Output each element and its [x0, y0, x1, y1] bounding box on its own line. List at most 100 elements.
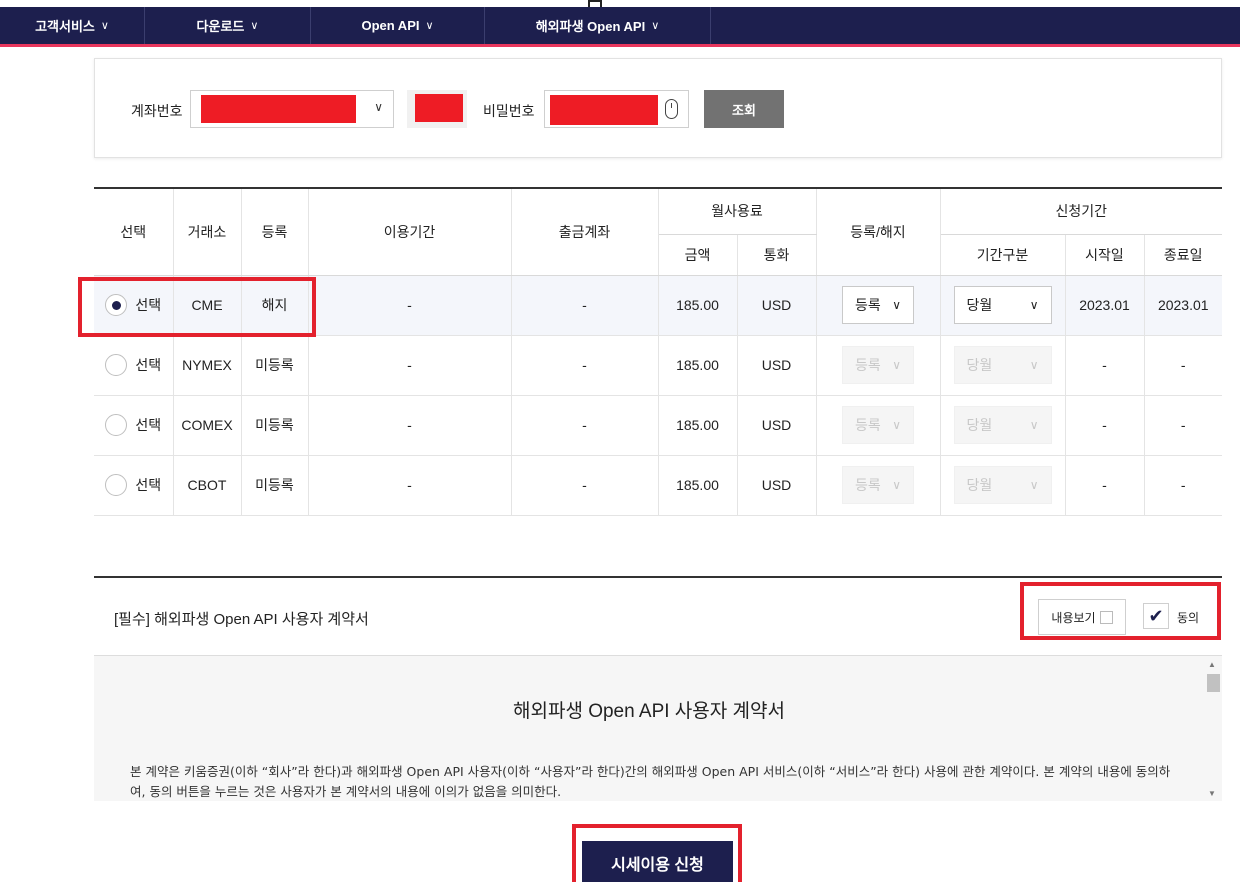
- account-label: 계좌번호: [131, 103, 183, 119]
- cell-exchange: CBOT: [173, 455, 242, 516]
- cell-amount: 185.00: [658, 275, 738, 336]
- period-type-select-disabled: 당월 ∨: [953, 466, 1052, 504]
- cell-account: -: [511, 275, 659, 336]
- annotation-highlight-row: [78, 277, 316, 337]
- exchange-table: 선택 거래소 등록 이용기간 출금계좌 월사용료 등록/해지 신청기간 금액 통…: [94, 187, 1222, 516]
- scrollbar[interactable]: ▲ ▼: [1206, 658, 1220, 800]
- chevron-down-icon: ∨: [892, 418, 901, 432]
- account-suffix-field: [407, 90, 467, 128]
- header-registration: 등록: [241, 188, 309, 276]
- action-select-disabled: 등록 ∨: [842, 466, 914, 504]
- header-apply-period: 신청기간: [940, 188, 1222, 235]
- chevron-down-icon: ∨: [1029, 418, 1039, 432]
- nav-item-open-api[interactable]: Open API ∨: [311, 7, 485, 44]
- nav-marker: [588, 0, 602, 7]
- period-type-value: 당월: [966, 477, 993, 493]
- scroll-down-icon[interactable]: ▼: [1208, 789, 1216, 798]
- cell-start: 2023.01: [1065, 275, 1145, 336]
- agreement-doc-text: 본 계약은 키움증권(이하 “회사”라 한다)과 해외파생 Open API 사…: [130, 764, 1171, 799]
- row-select-radio[interactable]: 선택: [94, 474, 173, 496]
- cell-exchange: NYMEX: [173, 335, 242, 396]
- period-type-value: 당월: [966, 297, 993, 313]
- header-currency: 통화: [737, 234, 817, 276]
- chevron-down-icon: ∨: [250, 20, 259, 32]
- scrollbar-thumb[interactable]: [1207, 674, 1220, 692]
- header-monthly-fee: 월사용료: [658, 188, 817, 235]
- header-select: 선택: [94, 188, 174, 276]
- cell-end: -: [1144, 395, 1222, 456]
- cell-amount: 185.00: [658, 455, 738, 516]
- cell-end: 2023.01: [1144, 275, 1222, 336]
- agreement-content-box[interactable]: 해외파생 Open API 사용자 계약서 본 계약은 키움증권(이하 “회사”…: [94, 655, 1222, 801]
- redacted-account-number: [201, 95, 356, 123]
- cell-status: 미등록: [241, 395, 309, 456]
- chevron-down-icon: ∨: [1029, 478, 1039, 492]
- cell-account: -: [511, 335, 659, 396]
- header-exchange: 거래소: [173, 188, 242, 276]
- annotation-highlight-agree: [1020, 582, 1221, 640]
- cell-status: 미등록: [241, 455, 309, 516]
- action-select-value: 등록: [855, 297, 881, 313]
- agreement-divider: [94, 576, 1222, 578]
- period-type-select[interactable]: 당월 ∨: [953, 286, 1052, 324]
- cell-end: -: [1144, 335, 1222, 396]
- mouse-keyboard-icon[interactable]: [665, 99, 678, 119]
- header-register-cancel: 등록/해지: [816, 188, 941, 276]
- chevron-down-icon: ∨: [425, 20, 434, 32]
- action-select-value: 등록: [855, 357, 881, 373]
- period-type-select-disabled: 당월 ∨: [953, 406, 1052, 444]
- row-select-radio[interactable]: 선택: [94, 414, 173, 436]
- cell-period: -: [308, 335, 512, 396]
- redacted-password: [550, 95, 658, 125]
- agreement-doc-title: 해외파생 Open API 사용자 계약서: [513, 701, 785, 722]
- redacted-account-suffix: [415, 94, 463, 122]
- cell-currency: USD: [737, 275, 817, 336]
- cell-status: 미등록: [241, 335, 309, 396]
- chevron-down-icon: ∨: [892, 478, 901, 492]
- radio-unchecked-icon[interactable]: [105, 354, 128, 376]
- cell-period: -: [308, 395, 512, 456]
- table-row: 선택 NYMEX 미등록 - - 185.00 USD 등록 ∨ 당월 ∨ - -: [94, 335, 1222, 396]
- cell-account: -: [511, 395, 659, 456]
- search-button[interactable]: 조회: [704, 90, 784, 128]
- scroll-up-icon[interactable]: ▲: [1208, 660, 1216, 669]
- period-type-select-disabled: 당월 ∨: [953, 346, 1052, 384]
- account-select[interactable]: ∨: [190, 90, 394, 128]
- chevron-down-icon: ∨: [1029, 298, 1039, 312]
- nav-item-download[interactable]: 다운로드 ∨: [145, 7, 311, 44]
- header-usage-period: 이용기간: [308, 188, 512, 276]
- header-period-type: 기간구분: [940, 234, 1066, 276]
- cell-currency: USD: [737, 455, 817, 516]
- period-type-value: 당월: [966, 357, 993, 373]
- cell-account: -: [511, 455, 659, 516]
- action-select-disabled: 등록 ∨: [842, 406, 914, 444]
- cell-end: -: [1144, 455, 1222, 516]
- cell-currency: USD: [737, 395, 817, 456]
- cell-amount: 185.00: [658, 335, 738, 396]
- chevron-down-icon: ∨: [892, 358, 901, 372]
- radio-unchecked-icon[interactable]: [105, 474, 128, 496]
- table-row: 선택 COMEX 미등록 - - 185.00 USD 등록 ∨ 당월 ∨ - -: [94, 395, 1222, 456]
- header-start: 시작일: [1065, 234, 1145, 276]
- header-end: 종료일: [1144, 234, 1222, 276]
- cell-period: -: [308, 275, 512, 336]
- radio-label: 선택: [135, 477, 162, 493]
- nav-item-label: 해외파생 Open API: [535, 19, 646, 34]
- action-select-disabled: 등록 ∨: [842, 346, 914, 384]
- cell-period: -: [308, 455, 512, 516]
- password-field[interactable]: [544, 90, 689, 128]
- agreement-section-title: [필수] 해외파생 Open API 사용자 계약서: [114, 611, 369, 628]
- radio-unchecked-icon[interactable]: [105, 414, 128, 436]
- chevron-down-icon: ∨: [374, 100, 383, 114]
- cell-amount: 185.00: [658, 395, 738, 456]
- radio-label: 선택: [135, 357, 162, 373]
- cell-exchange: COMEX: [173, 395, 242, 456]
- annotation-highlight-submit: [572, 824, 742, 882]
- chevron-down-icon: ∨: [1029, 358, 1039, 372]
- nav-item-overseas-open-api[interactable]: 해외파생 Open API ∨: [485, 7, 711, 44]
- row-select-radio[interactable]: 선택: [94, 354, 173, 376]
- nav-item-customer-service[interactable]: 고객서비스 ∨: [0, 7, 145, 44]
- action-select[interactable]: 등록 ∨: [842, 286, 914, 324]
- nav-item-label: 고객서비스: [35, 19, 95, 34]
- cell-currency: USD: [737, 335, 817, 396]
